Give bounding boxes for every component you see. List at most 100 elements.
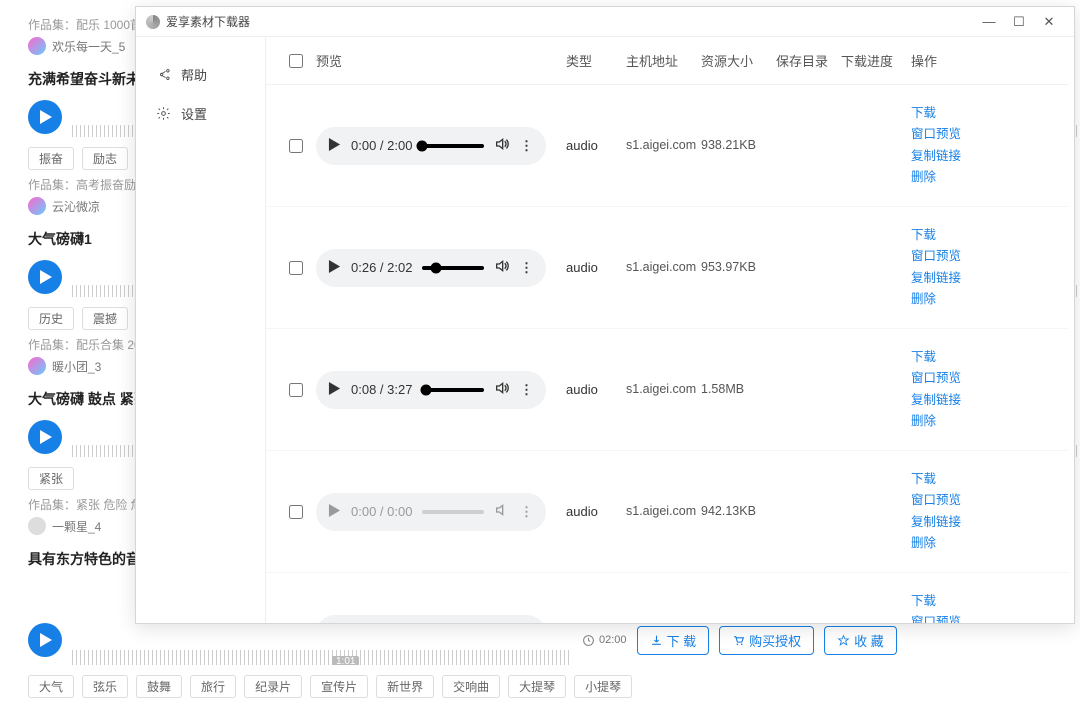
seek-track[interactable]	[422, 388, 484, 392]
col-size: 资源大小	[701, 51, 776, 70]
audio-player[interactable]: 0:00 / 0:00 ⋮	[316, 493, 546, 531]
row-checkbox[interactable]	[289, 261, 303, 275]
play-icon[interactable]	[328, 138, 341, 154]
row-checkbox[interactable]	[289, 139, 303, 153]
op-copy[interactable]: 复制链接	[911, 390, 1058, 411]
op-delete[interactable]: 删除	[911, 289, 1058, 310]
titlebar[interactable]: 爱享素材下载器 — ☐ ✕	[136, 7, 1074, 37]
star-icon	[837, 634, 850, 647]
buy-license-button[interactable]: 购买授权	[719, 626, 814, 655]
downloader-window: 爱享素材下载器 — ☐ ✕ 帮助 设置 预览 类型 主机地址 资源大小 保存目录	[135, 6, 1075, 624]
uploader-name: 一颗星_4	[52, 518, 101, 535]
op-copy[interactable]: 复制链接	[911, 146, 1058, 167]
cell-host: s1.aigei.com	[626, 380, 701, 399]
op-delete[interactable]: 删除	[911, 533, 1058, 554]
op-delete[interactable]: 删除	[911, 411, 1058, 432]
tag[interactable]: 紧张	[28, 467, 74, 490]
seek-track[interactable]	[422, 266, 484, 270]
more-icon[interactable]: ⋮	[520, 260, 534, 276]
more-icon[interactable]: ⋮	[520, 504, 534, 520]
tag[interactable]: 纪录片	[244, 675, 302, 698]
duration-badge: 1:01	[332, 656, 359, 667]
tag[interactable]: 弦乐	[82, 675, 128, 698]
op-copy[interactable]: 复制链接	[911, 512, 1058, 533]
play-button[interactable]	[28, 100, 62, 134]
tag[interactable]: 交响曲	[442, 675, 500, 698]
play-icon[interactable]	[328, 504, 341, 520]
share-icon	[156, 67, 171, 82]
tag[interactable]: 振奋	[28, 147, 74, 170]
tag[interactable]: 旅行	[190, 675, 236, 698]
play-button[interactable]	[28, 260, 62, 294]
audio-player[interactable]: 0:26 / 2:02 ⋮	[316, 249, 546, 287]
sidebar-item-settings[interactable]: 设置	[136, 94, 265, 133]
favorite-button[interactable]: 收 藏	[824, 626, 897, 655]
duration: 02:00	[582, 634, 627, 647]
row-checkbox[interactable]	[289, 383, 303, 397]
more-icon[interactable]: ⋮	[520, 382, 534, 398]
cell-type: audio	[566, 504, 626, 519]
cell-size: 938.21KB	[701, 136, 776, 155]
cell-type: audio	[566, 382, 626, 397]
tag[interactable]: 大气	[28, 675, 74, 698]
op-download[interactable]: 下载	[911, 225, 1058, 246]
time-display: 0:00 / 0:00	[351, 504, 412, 519]
op-preview[interactable]: 窗口预览	[911, 246, 1058, 267]
op-download[interactable]: 下载	[911, 347, 1058, 368]
volume-icon[interactable]	[494, 136, 510, 155]
row-checkbox[interactable]	[289, 505, 303, 519]
play-button[interactable]	[28, 420, 62, 454]
op-preview[interactable]: 窗口预览	[911, 124, 1058, 145]
volume-icon[interactable]	[494, 258, 510, 277]
uploader-name: 暖小团_3	[52, 358, 101, 375]
audio-player[interactable]: 0:08 / 3:27 ⋮	[316, 371, 546, 409]
cell-host: s1.aigei.com	[626, 136, 701, 155]
tag[interactable]: 励志	[82, 147, 128, 170]
op-preview[interactable]: 窗口预览	[911, 612, 1058, 623]
download-button[interactable]: 下 载	[637, 626, 710, 655]
cell-ops: 下载 窗口预览 复制链接 删除	[911, 347, 1058, 432]
clock-icon	[582, 634, 595, 647]
tag[interactable]: 鼓舞	[136, 675, 182, 698]
play-icon[interactable]	[328, 260, 341, 276]
op-preview[interactable]: 窗口预览	[911, 368, 1058, 389]
minimize-button[interactable]: —	[974, 14, 1004, 29]
select-all-checkbox[interactable]	[289, 54, 303, 68]
table-row: 0:08 / 3:27 ⋮ audio s1.aigei.com 1.58MB …	[266, 329, 1068, 451]
cell-ops: 下载 窗口预览 复制链接 删除	[911, 469, 1058, 554]
cell-type: audio	[566, 138, 626, 153]
sidebar-label: 设置	[181, 104, 207, 123]
volume-icon[interactable]	[494, 380, 510, 399]
seek-track[interactable]	[422, 510, 484, 514]
tag[interactable]: 新世界	[376, 675, 434, 698]
tag[interactable]: 历史	[28, 307, 74, 330]
tag[interactable]: 大提琴	[508, 675, 566, 698]
maximize-button[interactable]: ☐	[1004, 14, 1034, 30]
col-preview: 预览	[316, 51, 566, 70]
sidebar-item-help[interactable]: 帮助	[136, 55, 265, 94]
seek-track[interactable]	[422, 144, 484, 148]
op-preview[interactable]: 窗口预览	[911, 490, 1058, 511]
op-copy[interactable]: 复制链接	[911, 268, 1058, 289]
cart-icon	[732, 634, 745, 647]
op-download[interactable]: 下载	[911, 591, 1058, 612]
close-button[interactable]: ✕	[1034, 14, 1064, 30]
uploader-name: 云沁微凉	[52, 198, 100, 215]
gear-icon	[156, 106, 171, 121]
audio-player[interactable]: 0:00 / 2:00 ⋮	[316, 127, 546, 165]
play-icon[interactable]	[328, 382, 341, 398]
play-button[interactable]	[28, 623, 62, 657]
table-row: 0:00 / 0:00 ⋮ audio s1.aigei.com 616.30K…	[266, 573, 1068, 623]
tag[interactable]: 小提琴	[574, 675, 632, 698]
tag[interactable]: 宣传片	[310, 675, 368, 698]
sidebar-label: 帮助	[181, 65, 207, 84]
op-download[interactable]: 下载	[911, 469, 1058, 490]
audio-player[interactable]: 0:00 / 0:00 ⋮	[316, 615, 546, 624]
window-title: 爱享素材下载器	[166, 13, 250, 30]
op-delete[interactable]: 删除	[911, 167, 1058, 188]
volume-icon[interactable]	[494, 502, 510, 521]
op-download[interactable]: 下载	[911, 103, 1058, 124]
tag[interactable]: 震撼	[82, 307, 128, 330]
avatar	[28, 357, 46, 375]
more-icon[interactable]: ⋮	[520, 138, 534, 154]
